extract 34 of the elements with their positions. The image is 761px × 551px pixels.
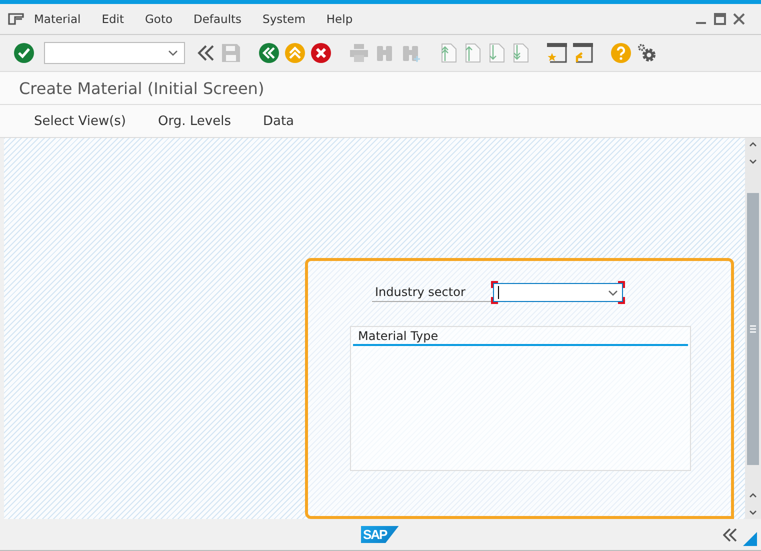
back-icon[interactable]	[259, 43, 279, 63]
window-arrow-icon[interactable]	[573, 43, 593, 63]
double-chevron-icon[interactable]	[723, 528, 737, 542]
toolbar-button[interactable]: Data	[262, 114, 294, 128]
chevron-down-icon[interactable]	[749, 510, 757, 515]
chevron-down-icon[interactable]	[168, 50, 178, 56]
resize-grip-icon[interactable]	[743, 532, 757, 546]
cancel-icon[interactable]	[311, 43, 331, 63]
menu-icon[interactable]	[8, 13, 24, 25]
sap-logo: SAP	[361, 526, 399, 543]
command-field[interactable]	[44, 42, 185, 64]
group-title: Material Type	[353, 329, 688, 346]
window-star-icon[interactable]	[547, 43, 567, 63]
dropdown-field[interactable]	[493, 283, 623, 302]
chevron-down-icon[interactable]	[749, 159, 757, 164]
toolbar-button[interactable]: Select View(s)	[34, 114, 126, 128]
menu-item[interactable]: System	[262, 12, 306, 26]
menu-item[interactable]: Material	[34, 12, 81, 26]
chevron-down-icon[interactable]	[608, 290, 618, 296]
menu-item[interactable]: Edit	[102, 12, 124, 26]
menu-item[interactable]: Help	[326, 12, 353, 26]
menu-item[interactable]: Goto	[145, 12, 172, 26]
toolbar-button[interactable]: Org. Levels	[158, 114, 231, 128]
close-icon[interactable]	[733, 13, 745, 25]
vertical-scrollbar[interactable]	[745, 138, 761, 519]
grip-icon[interactable]	[750, 324, 756, 332]
double-chevron-icon[interactable]	[197, 44, 215, 62]
menu-item[interactable]: Defaults	[194, 12, 242, 26]
chevron-up-icon[interactable]	[749, 142, 757, 147]
maximize-icon[interactable]	[714, 13, 726, 25]
screen-title: Create Material (Initial Screen)	[19, 78, 264, 98]
checkmark-icon[interactable]	[14, 43, 34, 63]
settings-icon[interactable]	[637, 43, 657, 63]
chevron-up-icon[interactable]	[749, 493, 757, 498]
